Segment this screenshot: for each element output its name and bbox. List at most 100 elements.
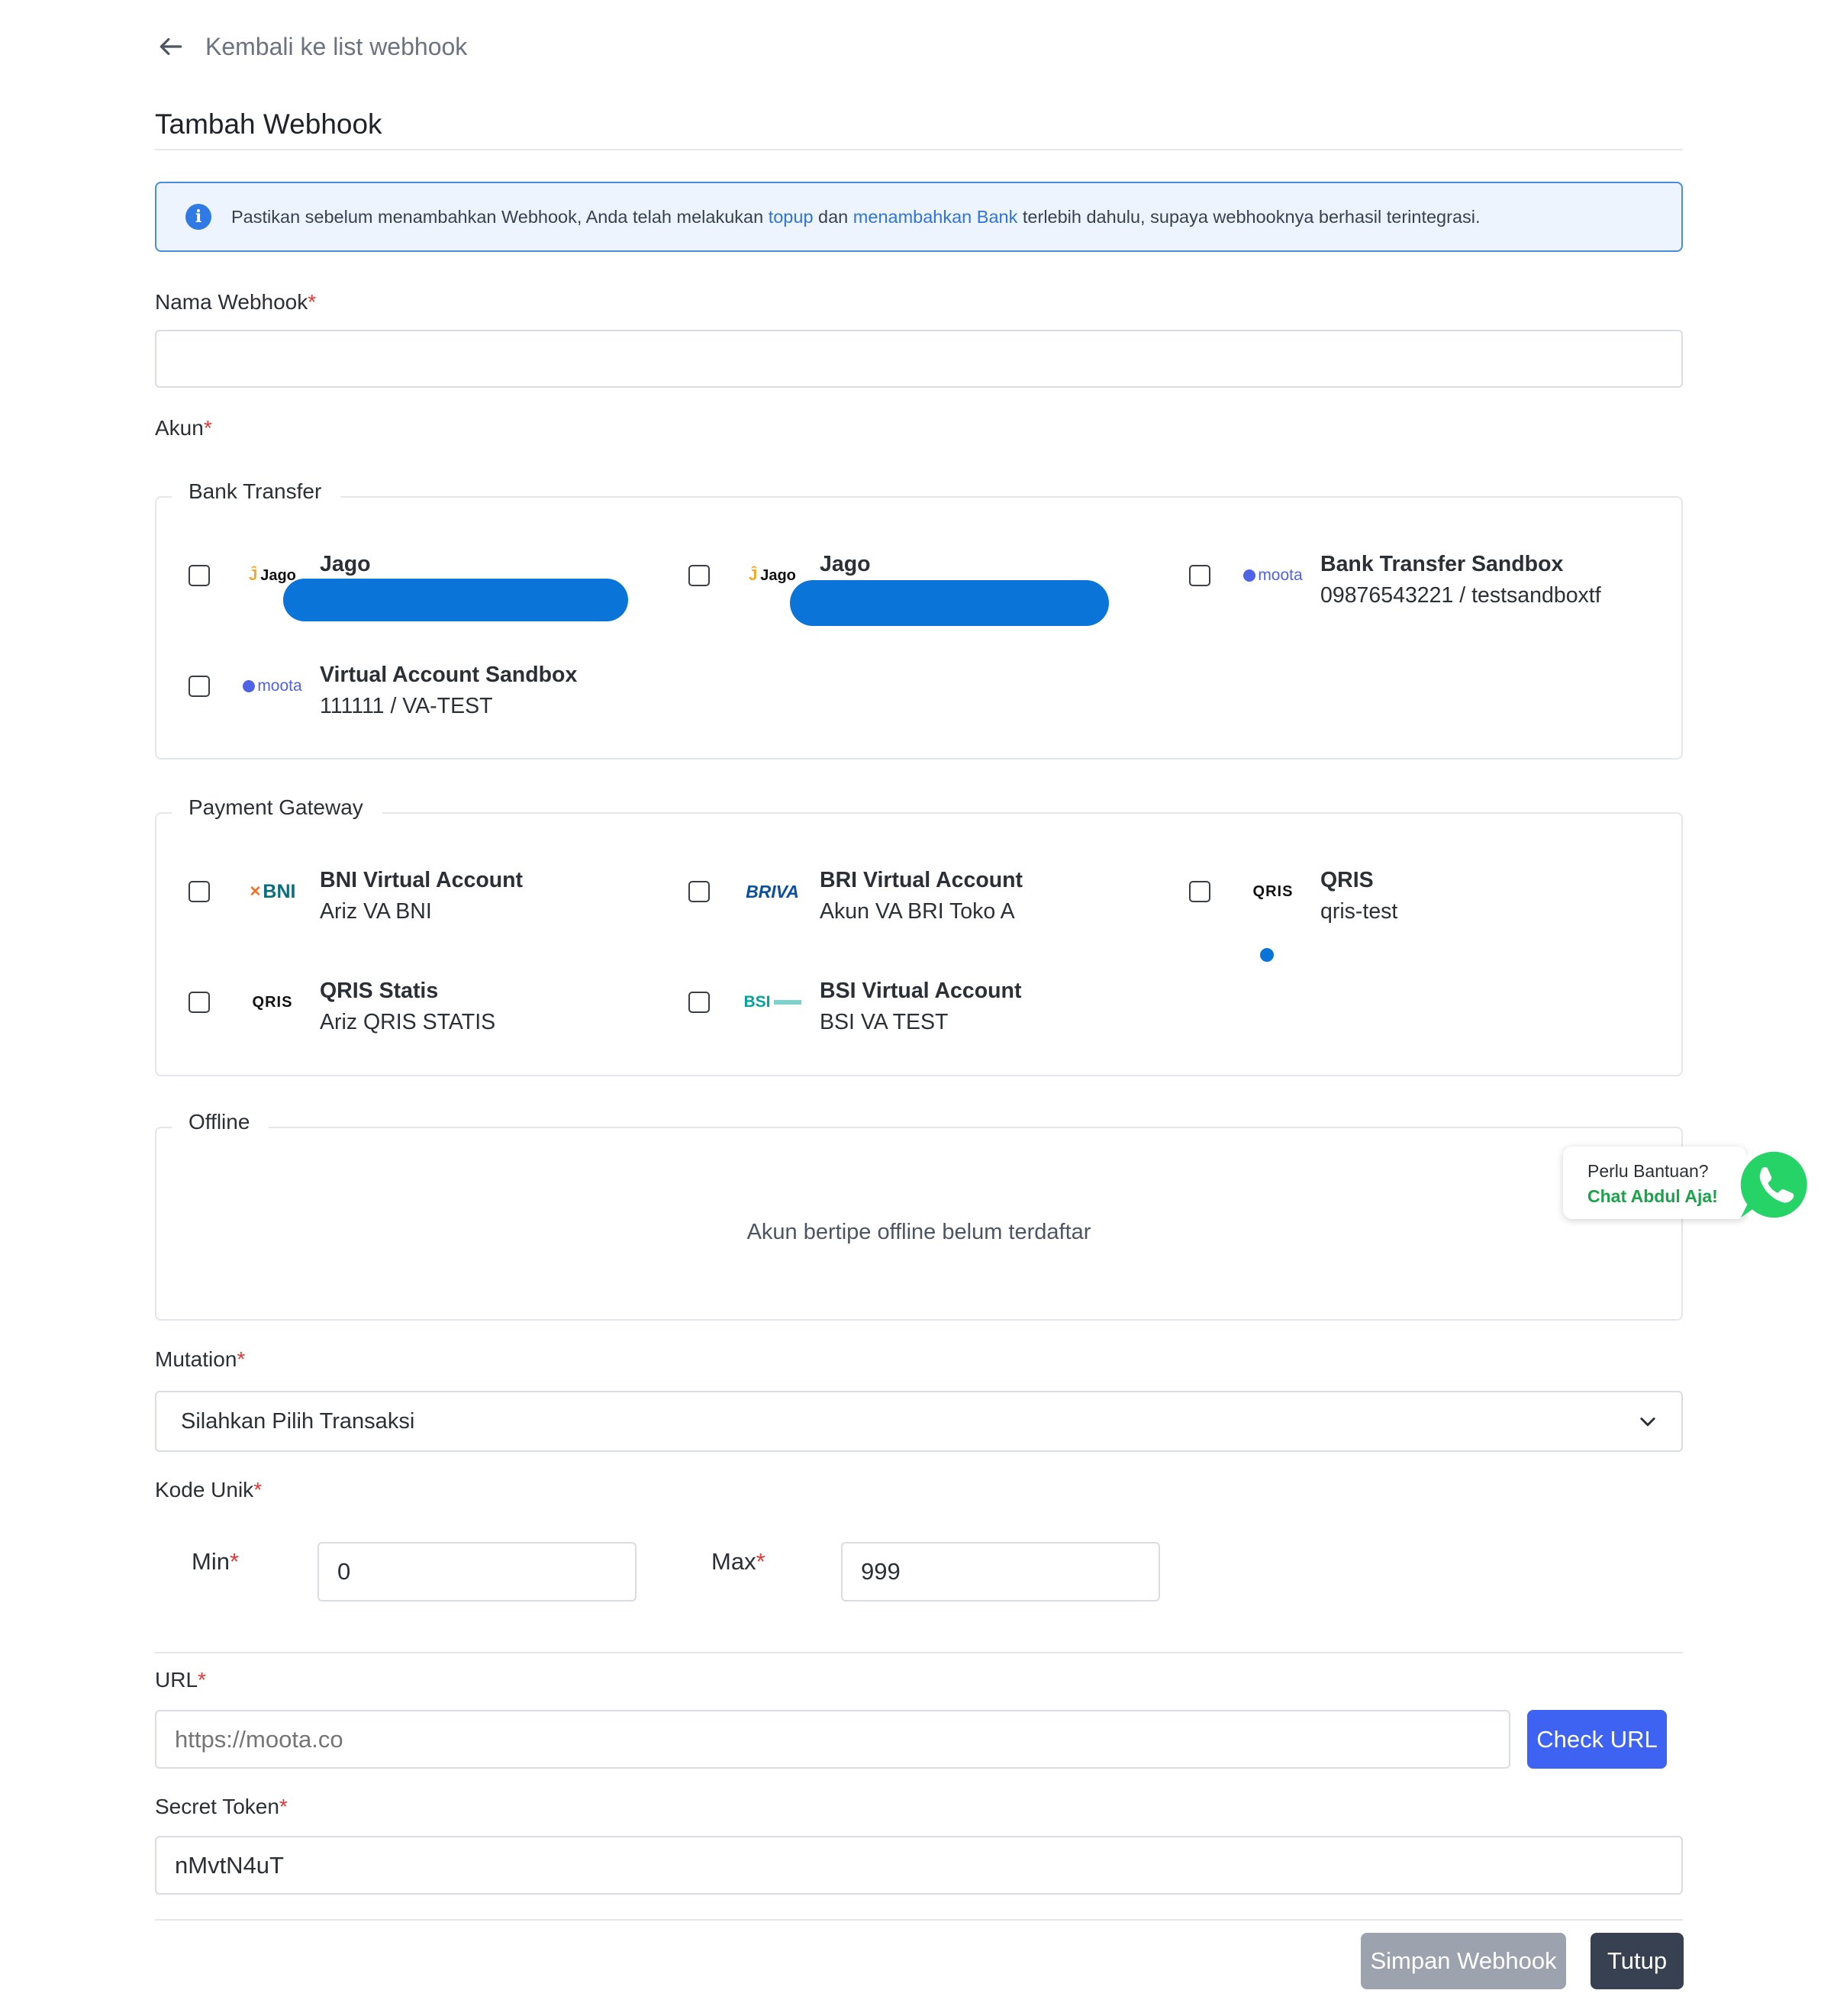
checkbox[interactable] bbox=[189, 881, 210, 902]
url-input[interactable] bbox=[155, 1710, 1510, 1769]
account-item-qris[interactable]: QRIS QRIS qris-test bbox=[1189, 864, 1397, 927]
max-input[interactable] bbox=[841, 1542, 1160, 1602]
offline-legend: Offline bbox=[172, 1110, 269, 1134]
title-divider bbox=[155, 149, 1683, 150]
alert-text-before: Pastikan sebelum menambahkan Webhook, An… bbox=[231, 206, 769, 227]
account-name: Jago bbox=[820, 552, 871, 576]
account-item-qris-statis[interactable]: QRIS QRIS Statis Ariz QRIS STATIS bbox=[189, 975, 495, 1037]
kode-unik-label: Kode Unik* bbox=[155, 1478, 262, 1502]
bsi-logo-text: BSI bbox=[743, 993, 771, 1011]
checkbox[interactable] bbox=[189, 676, 210, 697]
help-line-1: Perlu Bantuan? bbox=[1587, 1161, 1709, 1181]
bank-transfer-group: Bank Transfer Ĵ Jago Jago Ĵ Jago Jago mo… bbox=[155, 479, 1683, 760]
check-url-button[interactable]: Check URL bbox=[1527, 1710, 1667, 1769]
qris-logo-icon: QRIS bbox=[1239, 876, 1307, 907]
bni-logo-icon: ✕ BNI bbox=[249, 880, 296, 902]
mutation-label-text: Mutation bbox=[155, 1347, 237, 1371]
info-icon: i bbox=[185, 204, 211, 230]
page: Kembali ke list webhook Tambah Webhook i… bbox=[0, 0, 1821, 2016]
required-mark: * bbox=[237, 1347, 246, 1371]
blue-dot-marker bbox=[1260, 948, 1274, 962]
account-text: Virtual Account Sandbox 111111 / VA-TEST bbox=[320, 659, 577, 721]
account-text: BRI Virtual Account Akun VA BRI Toko A bbox=[820, 864, 1023, 927]
qris-logo-text: QRIS bbox=[252, 993, 293, 1011]
checkbox[interactable] bbox=[189, 565, 210, 586]
alert-text-mid: dan bbox=[813, 206, 853, 227]
max-label-text: Max bbox=[711, 1548, 756, 1575]
account-text: Jago bbox=[320, 548, 371, 580]
back-link-label: Kembali ke list webhook bbox=[205, 32, 468, 60]
account-name: Jago bbox=[320, 552, 371, 576]
account-item-bank-transfer-sandbox[interactable]: moota Bank Transfer Sandbox 09876543221 … bbox=[1189, 548, 1601, 611]
url-label: URL* bbox=[155, 1668, 206, 1692]
min-label: Min* bbox=[192, 1548, 239, 1576]
mutation-select[interactable]: Silahkan Pilih Transaksi bbox=[155, 1391, 1683, 1452]
account-sub: Ariz VA BNI bbox=[320, 899, 432, 924]
account-name: BNI Virtual Account bbox=[320, 868, 524, 892]
kode-unik-label-text: Kode Unik bbox=[155, 1478, 254, 1502]
min-input[interactable] bbox=[317, 1542, 637, 1602]
checkbox[interactable] bbox=[688, 881, 710, 902]
required-mark: * bbox=[203, 416, 212, 440]
min-label-text: Min bbox=[192, 1548, 230, 1575]
bni-logo-text: BNI bbox=[263, 880, 296, 902]
secret-token-label-text: Secret Token bbox=[155, 1795, 279, 1818]
account-text: Bank Transfer Sandbox 09876543221 / test… bbox=[1320, 548, 1601, 611]
redaction-mark bbox=[283, 579, 628, 621]
account-name: Virtual Account Sandbox bbox=[320, 663, 578, 687]
help-chat-bubble[interactable]: Perlu Bantuan? Chat Abdul Aja! bbox=[1563, 1147, 1746, 1219]
secret-token-label: Secret Token* bbox=[155, 1795, 288, 1819]
account-text: QRIS Statis Ariz QRIS STATIS bbox=[320, 975, 495, 1037]
account-item-bri-va[interactable]: BRIVA BRI Virtual Account Akun VA BRI To… bbox=[688, 864, 1023, 927]
nama-webhook-input[interactable] bbox=[155, 330, 1683, 388]
whatsapp-icon[interactable] bbox=[1732, 1143, 1815, 1226]
account-text: QRIS qris-test bbox=[1320, 864, 1397, 927]
account-item-bni-va[interactable]: ✕ BNI BNI Virtual Account Ariz VA BNI bbox=[189, 864, 523, 927]
secret-token-input[interactable] bbox=[155, 1836, 1683, 1895]
akun-label-text: Akun bbox=[155, 416, 204, 440]
max-label: Max* bbox=[711, 1548, 765, 1576]
redaction-mark bbox=[790, 580, 1109, 626]
account-sub: BSI VA TEST bbox=[820, 1010, 949, 1034]
account-item-virtual-account-sandbox[interactable]: moota Virtual Account Sandbox 111111 / V… bbox=[189, 659, 577, 721]
account-name: BRI Virtual Account bbox=[820, 868, 1023, 892]
checkbox[interactable] bbox=[1189, 881, 1210, 902]
footer-divider bbox=[155, 1919, 1683, 1921]
info-alert: i Pastikan sebelum menambahkan Webhook, … bbox=[155, 182, 1683, 252]
save-webhook-button[interactable]: Simpan Webhook bbox=[1361, 1933, 1566, 1989]
account-sub: Akun VA BRI Toko A bbox=[820, 899, 1015, 924]
checkbox[interactable] bbox=[1189, 565, 1210, 586]
qris-logo-icon: QRIS bbox=[239, 987, 306, 1018]
payment-gateway-legend: Payment Gateway bbox=[172, 795, 382, 820]
account-text: Jago bbox=[820, 548, 871, 580]
account-item-bsi-va[interactable]: BSI BSI Virtual Account BSI VA TEST bbox=[688, 975, 1021, 1037]
account-name: QRIS bbox=[1320, 868, 1374, 892]
account-sub: 111111 / VA-TEST bbox=[320, 694, 493, 718]
account-text: BNI Virtual Account Ariz VA BNI bbox=[320, 864, 523, 927]
required-mark: * bbox=[253, 1478, 263, 1502]
page-title: Tambah Webhook bbox=[155, 108, 382, 140]
account-name: Bank Transfer Sandbox bbox=[1320, 552, 1564, 576]
jago-logo-text: Jago bbox=[760, 566, 796, 584]
payment-gateway-group: Payment Gateway ✕ BNI BNI Virtual Account… bbox=[155, 795, 1683, 1076]
briva-logo-icon: BRIVA bbox=[739, 876, 806, 907]
back-to-webhook-list-link[interactable]: Kembali ke list webhook bbox=[156, 32, 467, 61]
offline-group: Offline Akun bertipe offline belum terda… bbox=[155, 1110, 1683, 1321]
checkbox[interactable] bbox=[688, 992, 710, 1013]
qris-logo-text: QRIS bbox=[1252, 882, 1294, 900]
account-name: QRIS Statis bbox=[320, 979, 439, 1003]
moota-logo-text: moota bbox=[1258, 566, 1303, 584]
alert-text-after: terlebih dahulu, supaya webhooknya berha… bbox=[1017, 206, 1481, 227]
moota-logo-icon: moota bbox=[239, 671, 306, 702]
moota-logo-text: moota bbox=[257, 677, 302, 695]
moota-logo-icon: moota bbox=[1239, 560, 1307, 591]
topup-link[interactable]: topup bbox=[769, 207, 814, 227]
required-mark: * bbox=[308, 290, 317, 314]
add-bank-link[interactable]: menambahkan Bank bbox=[853, 207, 1018, 227]
account-sub: qris-test bbox=[1320, 899, 1398, 924]
bsi-logo-icon: BSI bbox=[739, 987, 806, 1018]
checkbox[interactable] bbox=[688, 565, 710, 586]
close-button[interactable]: Tutup bbox=[1591, 1933, 1684, 1989]
offline-empty-message: Akun bertipe offline belum terdaftar bbox=[746, 1220, 1091, 1244]
checkbox[interactable] bbox=[189, 992, 210, 1013]
